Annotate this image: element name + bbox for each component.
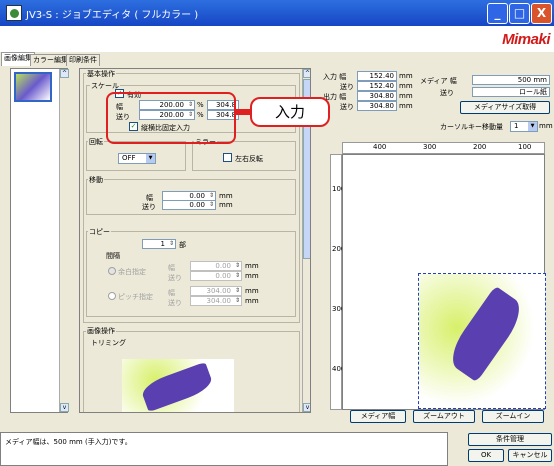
trimming-preview bbox=[122, 359, 234, 412]
basic-ops-title: 基本操作 bbox=[86, 69, 116, 79]
rotate-title: 回転 bbox=[88, 137, 104, 147]
chevron-down-icon: ▼ bbox=[528, 122, 537, 131]
thumbnail-list: ^ v bbox=[10, 68, 69, 413]
input-width-unit: mm bbox=[399, 72, 413, 80]
tab-color-edit[interactable]: カラー編集 bbox=[30, 54, 71, 66]
orca-shape bbox=[139, 361, 215, 412]
layout-canvas[interactable] bbox=[342, 154, 546, 410]
output-feed: 304.80 bbox=[357, 101, 397, 111]
trimming-title: トリミング bbox=[90, 338, 127, 348]
input-width-label: 入力 幅 bbox=[323, 73, 347, 81]
media-width-label: メディア 幅 bbox=[420, 77, 457, 85]
cursor-step-label: カーソルキー移動量 bbox=[440, 123, 503, 131]
copy-count-unit: 部 bbox=[179, 241, 186, 249]
pitch-feed-unit: mm bbox=[245, 297, 259, 305]
maximize-button[interactable]: □ bbox=[509, 3, 530, 24]
move-title: 移動 bbox=[88, 175, 104, 185]
move-width-unit: mm bbox=[219, 192, 233, 200]
margin-radio[interactable] bbox=[108, 267, 116, 275]
pitch-width-label: 幅 bbox=[168, 289, 175, 297]
scroll-down-icon[interactable]: v bbox=[303, 403, 310, 412]
editor-window: JV3-S : ジョブエディタ ( フルカラー ) _ □ X Mimaki 画… bbox=[0, 0, 554, 466]
margin-label: 余白指定 bbox=[118, 268, 146, 276]
get-media-size-button[interactable]: メディアサイズ取得 bbox=[460, 101, 550, 114]
interval-label: 間隔 bbox=[106, 252, 120, 260]
media-width: 500 mm bbox=[472, 75, 550, 85]
cursor-step-unit: mm bbox=[539, 122, 553, 130]
minimize-button[interactable]: _ bbox=[487, 3, 508, 24]
rotate-select[interactable]: OFF ▼ bbox=[118, 153, 156, 164]
output-width-unit: mm bbox=[399, 92, 413, 100]
pitch-feed-input[interactable]: 304.00 ⇕ bbox=[190, 296, 242, 306]
ruler-tick: 400 bbox=[373, 143, 387, 151]
output-feed-label: 送り bbox=[340, 103, 354, 111]
pitch-radio[interactable] bbox=[108, 292, 116, 300]
margin-width-unit: mm bbox=[245, 262, 259, 270]
zoom-out-button[interactable]: ズームアウト bbox=[413, 410, 475, 423]
tab-print-conditions[interactable]: 印刷条件 bbox=[66, 54, 100, 66]
pitch-width-unit: mm bbox=[245, 287, 259, 295]
ok-button[interactable]: OK bbox=[468, 449, 504, 462]
window-title: JV3-S : ジョブエディタ ( フルカラー ) bbox=[26, 10, 199, 21]
pitch-feed-label: 送り bbox=[168, 299, 182, 307]
image-ops-title: 画像操作 bbox=[86, 326, 116, 336]
title-bar: JV3-S : ジョブエディタ ( フルカラー ) _ □ X bbox=[0, 0, 554, 26]
cursor-step-select[interactable]: 1 ▼ bbox=[510, 121, 538, 132]
vertical-ruler: 100 200 300 400 bbox=[330, 154, 345, 410]
callout-connector bbox=[236, 109, 250, 115]
margin-feed-input[interactable]: 0.00 ⇕ bbox=[190, 271, 242, 281]
ruler-tick: 200 bbox=[473, 143, 487, 151]
close-button[interactable]: X bbox=[531, 3, 552, 24]
margin-width-label: 幅 bbox=[168, 264, 175, 272]
margin-feed-label: 送り bbox=[168, 274, 182, 282]
media-feed-label: 送り bbox=[440, 89, 454, 97]
tab-bar: 画像編集 カラー編集 印刷条件 bbox=[0, 52, 320, 66]
input-feed-unit: mm bbox=[399, 82, 413, 90]
output-width: 304.80 bbox=[357, 91, 397, 101]
input-callout: 入力 bbox=[250, 97, 330, 127]
pitch-width-input[interactable]: 304.00 ⇕ bbox=[190, 286, 242, 296]
logo-bar: Mimaki bbox=[0, 26, 554, 52]
move-feed-label: 送り bbox=[142, 203, 156, 211]
mirror-label: 左右反転 bbox=[235, 155, 263, 163]
scroll-up-icon[interactable]: ^ bbox=[303, 69, 310, 78]
margin-width-input[interactable]: 0.00 ⇕ bbox=[190, 261, 242, 271]
cancel-button[interactable]: キャンセル bbox=[508, 449, 552, 462]
input-feed-label: 送り bbox=[340, 83, 354, 91]
ruler-tick: 100 bbox=[518, 143, 532, 151]
highlight-box bbox=[106, 92, 236, 144]
status-message: メディア幅は、500 mm (手入力)です。 bbox=[5, 438, 132, 446]
scroll-up-icon[interactable]: ^ bbox=[60, 69, 69, 78]
copy-count-input[interactable]: 1 ⇕ bbox=[142, 239, 176, 249]
pitch-label: ピッチ指定 bbox=[118, 293, 153, 301]
condition-management-button[interactable]: 条件管理 bbox=[468, 433, 552, 446]
zoom-in-button[interactable]: ズームイン bbox=[482, 410, 544, 423]
output-feed-unit: mm bbox=[399, 102, 413, 110]
move-feed-input[interactable]: 0.00 ⇕ bbox=[162, 200, 216, 210]
copy-title: コピー bbox=[88, 227, 111, 237]
input-feed: 152.40 bbox=[357, 81, 397, 91]
placed-image[interactable] bbox=[418, 273, 546, 409]
scroll-down-icon[interactable]: v bbox=[60, 403, 69, 412]
app-icon bbox=[6, 5, 22, 21]
mimaki-logo: Mimaki bbox=[502, 31, 550, 48]
chevron-down-icon: ▼ bbox=[146, 154, 155, 163]
thumbnail-scrollbar[interactable]: ^ v bbox=[59, 69, 69, 412]
thumbnail-image[interactable] bbox=[14, 72, 52, 102]
margin-feed-unit: mm bbox=[245, 272, 259, 280]
status-bar: メディア幅は、500 mm (手入力)です。 bbox=[0, 432, 448, 466]
mirror-checkbox[interactable] bbox=[223, 153, 232, 162]
horizontal-ruler: 400 300 200 100 bbox=[342, 142, 545, 154]
ruler-tick: 300 bbox=[423, 143, 437, 151]
media-width-button[interactable]: メディア幅 bbox=[350, 410, 406, 423]
move-feed-unit: mm bbox=[219, 201, 233, 209]
orca-shape bbox=[443, 285, 529, 383]
input-width: 152.40 bbox=[357, 71, 397, 81]
preview-area: 入力 幅 152.40 mm 送り 152.40 mm 出力 幅 304.80 … bbox=[320, 68, 554, 423]
media-feed: ロール紙 bbox=[472, 87, 550, 97]
